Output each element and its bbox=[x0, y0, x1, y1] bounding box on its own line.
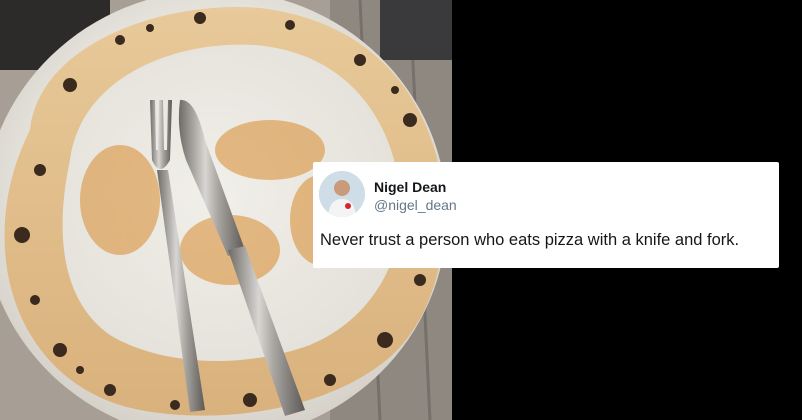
tweet-card: Nigel Dean @nigel_dean Never trust a per… bbox=[313, 162, 779, 268]
display-name[interactable]: Nigel Dean bbox=[374, 179, 446, 195]
avatar[interactable] bbox=[319, 171, 365, 217]
user-handle[interactable]: @nigel_dean bbox=[374, 197, 457, 213]
tweet-text: Never trust a person who eats pizza with… bbox=[320, 231, 740, 249]
